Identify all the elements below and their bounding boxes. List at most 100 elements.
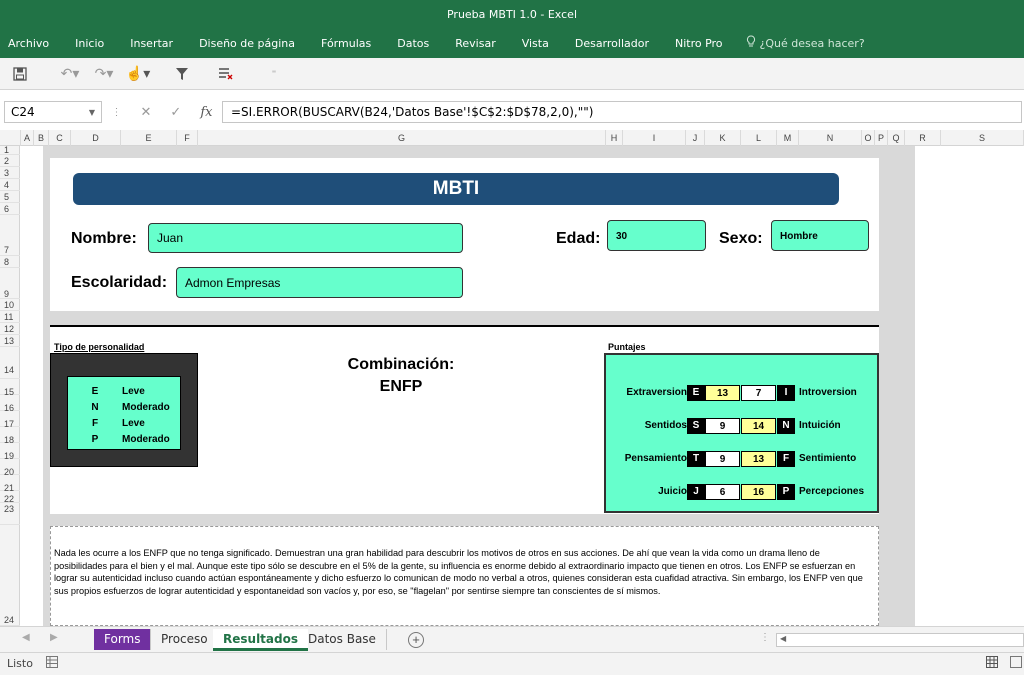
row-header[interactable]: 1 <box>0 146 20 155</box>
column-header-f[interactable]: F <box>177 130 198 146</box>
column-header-h[interactable]: H <box>606 130 623 146</box>
column-header-q[interactable]: Q <box>888 130 905 146</box>
row-header[interactable]: 13 <box>0 335 20 347</box>
clear-filter-icon[interactable] <box>212 63 240 85</box>
row-header[interactable]: 10 <box>0 299 20 311</box>
column-header-a[interactable]: A <box>21 130 34 146</box>
tab-split-handle-icon[interactable]: ⋮ <box>760 632 770 643</box>
escolaridad-field[interactable]: Admon Empresas <box>176 267 463 298</box>
row-header[interactable]: 2 <box>0 155 20 167</box>
puntaje-row: Pensamiento T 9 13 F Sentimiento <box>606 451 881 467</box>
row-header[interactable]: 19 <box>0 443 20 461</box>
column-header-i[interactable]: I <box>623 130 686 146</box>
sheet-tab-resultados[interactable]: Resultados <box>213 629 308 651</box>
scroll-left-icon[interactable]: ◀ <box>22 632 30 643</box>
sexo-field[interactable]: Hombre <box>771 220 869 251</box>
row-header[interactable]: 18 <box>0 427 20 445</box>
row-header[interactable]: 4 <box>0 179 20 191</box>
tab-inicio[interactable]: Inicio <box>62 37 117 50</box>
row-header[interactable]: 22 <box>0 491 20 504</box>
touch-mode-icon[interactable]: ☝▾ <box>124 63 152 85</box>
tab-diseno-pagina[interactable]: Diseño de página <box>186 37 308 50</box>
tab-formulas[interactable]: Fórmulas <box>308 37 384 50</box>
column-header-g[interactable]: G <box>198 130 606 146</box>
cancel-icon[interactable]: ✕ <box>141 104 152 120</box>
lightbulb-icon <box>746 35 756 51</box>
scroll-left-arrow-icon[interactable]: ◀ <box>780 634 786 643</box>
filter-icon[interactable] <box>168 63 196 85</box>
row-header[interactable]: 16 <box>0 395 20 413</box>
row-header[interactable]: 11 <box>0 311 20 323</box>
enter-icon[interactable]: ✓ <box>170 104 181 120</box>
tell-me-box[interactable]: ¿Qué desea hacer? <box>736 35 865 51</box>
edad-field[interactable]: 30 <box>607 220 706 251</box>
column-header-k[interactable]: K <box>705 130 741 146</box>
right-dimension-key: N <box>777 418 795 434</box>
column-header-e[interactable]: E <box>121 130 177 146</box>
row-header[interactable]: 5 <box>0 191 20 203</box>
scroll-right-icon[interactable]: ▶ <box>50 632 58 643</box>
tab-datos[interactable]: Datos <box>384 37 442 50</box>
column-header-p[interactable]: P <box>875 130 888 146</box>
select-all-corner[interactable] <box>0 130 21 146</box>
name-box[interactable]: C24 ▼ <box>4 101 102 123</box>
sheet-tab-proceso[interactable]: Proceso <box>150 629 219 650</box>
insert-function-icon[interactable]: fx <box>200 105 212 120</box>
tell-me-text: ¿Qué desea hacer? <box>759 36 865 50</box>
tab-desarrollador[interactable]: Desarrollador <box>562 37 662 50</box>
sheet-tab-forms[interactable]: Forms <box>94 629 151 650</box>
tab-insertar[interactable]: Insertar <box>117 37 186 50</box>
name-box-value: C24 <box>11 105 35 119</box>
row-header[interactable]: 3 <box>0 167 20 179</box>
row-header[interactable]: 24 <box>0 525 20 626</box>
column-header-d[interactable]: D <box>71 130 121 146</box>
column-header-o[interactable]: O <box>862 130 875 146</box>
row-header[interactable]: 17 <box>0 411 20 429</box>
column-header-c[interactable]: C <box>49 130 71 146</box>
column-header-l[interactable]: L <box>741 130 777 146</box>
horizontal-scrollbar[interactable]: ◀ <box>776 633 1024 647</box>
customize-qat-icon[interactable]: ⁼ <box>260 63 288 85</box>
ribbon-tabs: Archivo Inicio Insertar Diseño de página… <box>0 28 1024 58</box>
undo-icon[interactable]: ↶▾ <box>56 63 84 85</box>
row-header[interactable]: 8 <box>0 256 20 268</box>
sheet-tab-datos-base[interactable]: Datos Base <box>298 629 387 650</box>
row-header[interactable]: 20 <box>0 459 20 477</box>
left-score: 9 <box>705 418 740 434</box>
right-score: 16 <box>741 484 776 500</box>
row-header[interactable]: 23 <box>0 503 20 525</box>
column-header-n[interactable]: N <box>799 130 862 146</box>
row-header[interactable]: 7 <box>0 215 20 256</box>
row-header[interactable]: 15 <box>0 379 20 397</box>
row-header[interactable]: 12 <box>0 323 20 335</box>
row-header[interactable]: 6 <box>0 203 20 215</box>
column-header-m[interactable]: M <box>777 130 799 146</box>
tab-revisar[interactable]: Revisar <box>442 37 508 50</box>
column-header-s[interactable]: S <box>941 130 1024 146</box>
row-header[interactable]: 14 <box>0 347 20 379</box>
column-header-r[interactable]: R <box>905 130 941 146</box>
page-layout-view-icon[interactable] <box>1010 656 1022 668</box>
normal-view-icon[interactable] <box>986 656 998 671</box>
add-sheet-icon[interactable]: + <box>408 632 424 648</box>
left-dimension-key: J <box>687 484 705 500</box>
chevron-down-icon[interactable]: ▼ <box>89 108 95 117</box>
row-header[interactable]: 21 <box>0 475 20 493</box>
tab-vista[interactable]: Vista <box>509 37 562 50</box>
formula-input[interactable]: =SI.ERROR(BUSCARV(B24,'Datos Base'!$C$2:… <box>222 101 1022 123</box>
tab-archivo[interactable]: Archivo <box>0 37 62 50</box>
tipo-letter: E <box>91 386 99 397</box>
redo-icon[interactable]: ↷▾ <box>90 63 118 85</box>
macro-record-icon[interactable] <box>46 656 58 671</box>
column-header-b[interactable]: B <box>34 130 49 146</box>
save-icon[interactable] <box>6 63 34 85</box>
edad-label: Edad: <box>556 230 601 247</box>
tipo-letter: N <box>91 402 99 413</box>
nombre-field[interactable]: Juan <box>148 223 463 253</box>
row-header[interactable]: 9 <box>0 268 20 299</box>
right-dimension-name: Percepciones <box>799 486 865 497</box>
column-header-j[interactable]: J <box>686 130 705 146</box>
tab-nitro-pro[interactable]: Nitro Pro <box>662 37 736 50</box>
status-text: Listo <box>7 657 33 670</box>
worksheet-grid[interactable]: MBTI Nombre: Juan Edad: 30 Sexo: Hombre … <box>21 146 1024 626</box>
